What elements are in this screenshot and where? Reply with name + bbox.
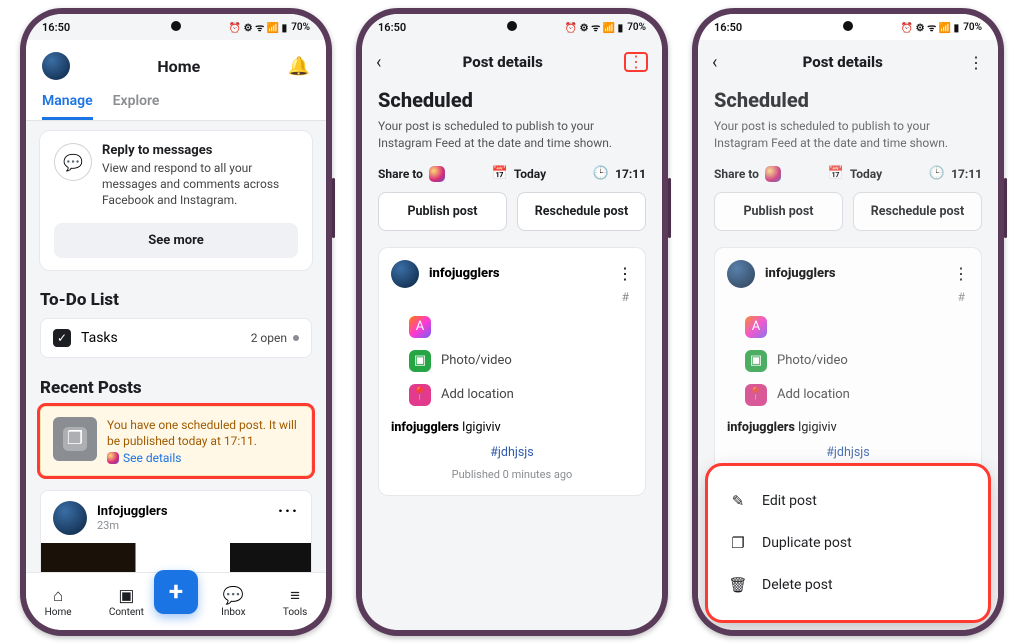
add-location-row[interactable]: 📍 Add location [409, 384, 633, 406]
scheduled-sub: Your post is scheduled to publish to you… [378, 118, 646, 152]
card-menu-icon[interactable]: ⋮ [953, 264, 969, 283]
compose-fab[interactable]: + [154, 570, 198, 614]
card-menu-icon[interactable]: ⋮ [617, 264, 633, 283]
account-name: infojugglers [429, 266, 500, 281]
share-to: Share to [378, 166, 445, 182]
nav-content[interactable]: ▣ Content [109, 586, 144, 618]
page-title: Post details [803, 53, 883, 71]
post-menu-icon[interactable]: ··· [278, 501, 299, 520]
tools-icon: ≡ [290, 586, 300, 606]
bottom-nav: ⌂ Home ▣ Content . 💬 Inbox ≡ Tools + [26, 572, 326, 630]
nav-tools[interactable]: ≡ Tools [283, 586, 307, 618]
location-icon: 📍 [745, 384, 767, 406]
checkbox-icon: ✓ [53, 329, 71, 347]
account-avatar [391, 260, 419, 288]
media-icon: A [409, 316, 431, 338]
tasks-row[interactable]: ✓ Tasks 2 open [40, 318, 312, 358]
media-icon: A [745, 316, 767, 338]
edit-post-row[interactable]: ✎ Edit post [718, 480, 978, 522]
scheduled-text: You have one scheduled post. It will be … [107, 417, 299, 449]
photo-icon: ▣ [409, 350, 431, 372]
account-avatar [727, 260, 755, 288]
back-icon[interactable]: ‹ [712, 52, 717, 73]
photo-icon: ▣ [745, 350, 767, 372]
inbox-icon: 💬 [223, 586, 244, 606]
location-icon: 📍 [409, 384, 431, 406]
duplicate-icon: ❐ [728, 534, 748, 552]
trash-icon: 🗑 [728, 576, 748, 594]
duplicate-post-row[interactable]: ❐ Duplicate post [718, 522, 978, 564]
section-recent: Recent Posts [40, 378, 312, 398]
published-line: Published 0 minutes ago [391, 468, 633, 481]
instagram-icon [429, 166, 445, 182]
tab-explore[interactable]: Explore [113, 93, 160, 120]
post-avatar [53, 501, 87, 535]
status-time: 16:50 [42, 21, 70, 34]
tasks-label: Tasks [81, 330, 118, 346]
reply-card[interactable]: 💬 Reply to messages View and respond to … [40, 131, 312, 270]
see-details-link[interactable]: See details [107, 451, 299, 465]
tab-manage[interactable]: Manage [42, 93, 93, 120]
menu-icon[interactable]: ⋮ [624, 52, 648, 72]
details-header: ‹ Post details ⋮ [698, 40, 998, 84]
action-sheet: ✎ Edit post ❐ Duplicate post 🗑 Delete po… [708, 466, 988, 620]
calendar-icon: 📅 [492, 166, 508, 181]
hash-symbol: # [391, 290, 633, 304]
reply-sub: View and respond to all your messages an… [102, 160, 298, 209]
post-detail-card: infojugglers ⋮ # A ▣ Photo/video 📍 Ad [714, 247, 982, 475]
status-icons: ⏰ ⚙ ᯤ 📶 ▮ 70% [229, 20, 310, 34]
reply-title: Reply to messages [102, 143, 298, 158]
media-type-row[interactable]: A [409, 316, 633, 338]
content-icon: ▣ [118, 586, 134, 606]
schedule-time: 🕒 17:11 [593, 166, 646, 181]
back-icon[interactable]: ‹ [376, 52, 381, 73]
caption: infojugglers Igigiviv [391, 420, 633, 435]
publish-button[interactable]: Publish post [378, 192, 507, 231]
hashtag: #jdhjsjs [391, 445, 633, 460]
post-author: Infojugglers [97, 504, 168, 519]
reschedule-button[interactable]: Reschedule post [517, 192, 646, 231]
post-thumb-icon: ❐ [53, 417, 97, 461]
nav-home[interactable]: ⌂ Home [45, 586, 72, 618]
recent-post[interactable]: Infojugglers 23m ··· [40, 490, 312, 572]
tasks-open-count: 2 open [251, 331, 287, 345]
menu-icon[interactable]: ⋮ [968, 53, 984, 72]
photo-video-row[interactable]: ▣ Photo/video [409, 350, 633, 372]
schedule-date: 📅 Today [492, 166, 547, 181]
post-image [41, 543, 311, 572]
post-detail-card: infojugglers ⋮ # A ▣ Photo/video 📍 A [378, 247, 646, 496]
calendar-icon: 📅 [828, 166, 844, 181]
clock-icon: 🕒 [593, 166, 609, 181]
chat-icon: 💬 [54, 143, 92, 181]
section-todo: To-Do List [40, 290, 312, 310]
instagram-icon [107, 452, 119, 464]
delete-post-row[interactable]: 🗑 Delete post [718, 564, 978, 606]
nav-inbox[interactable]: 💬 Inbox [221, 586, 245, 618]
profile-avatar[interactable] [42, 52, 70, 80]
scheduled-banner[interactable]: ❐ You have one scheduled post. It will b… [40, 406, 312, 476]
page-title: Post details [463, 53, 543, 71]
scheduled-heading: Scheduled [378, 88, 646, 112]
home-icon: ⌂ [53, 586, 63, 606]
see-more-button[interactable]: See more [54, 223, 298, 258]
clock-icon: 🕒 [929, 166, 945, 181]
notifications-icon[interactable]: 🔔 [288, 56, 310, 77]
home-header: Home 🔔 Manage Explore [26, 40, 326, 121]
page-title: Home [157, 57, 200, 76]
pencil-icon: ✎ [728, 492, 748, 510]
publish-button[interactable]: Publish post [714, 192, 843, 231]
dot-icon [293, 335, 299, 341]
post-time: 23m [97, 519, 168, 532]
details-header: ‹ Post details ⋮ [362, 40, 662, 84]
reschedule-button[interactable]: Reschedule post [853, 192, 982, 231]
instagram-icon [765, 166, 781, 182]
